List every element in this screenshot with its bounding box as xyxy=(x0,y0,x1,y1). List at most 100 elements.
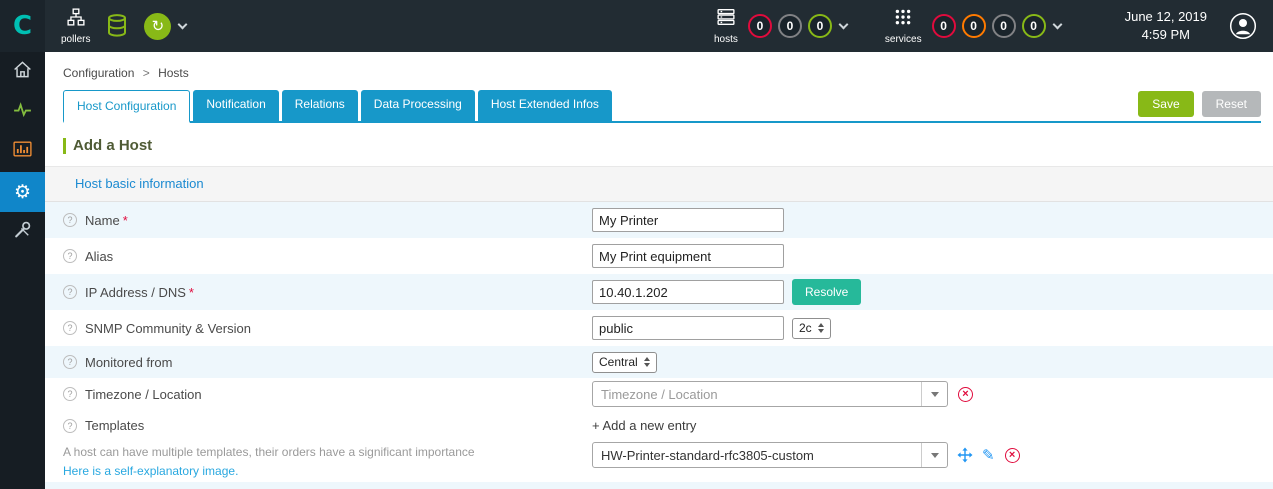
help-icon[interactable]: ? xyxy=(63,387,77,401)
breadcrumb: Configuration > Hosts xyxy=(45,52,1273,80)
breadcrumb-hosts[interactable]: Hosts xyxy=(158,66,189,80)
row-templates: ? Templates A host can have multiple tem… xyxy=(45,410,1273,482)
add-template-link[interactable]: + Add a new entry xyxy=(592,418,1273,433)
sidebar: ⚙ xyxy=(0,52,45,489)
sidebar-item-monitoring[interactable] xyxy=(0,92,45,132)
templates-help: A host can have multiple templates, thei… xyxy=(63,443,592,480)
form-actions: Save Reset xyxy=(1138,91,1261,117)
save-button[interactable]: Save xyxy=(1138,91,1194,117)
user-avatar[interactable] xyxy=(1229,12,1257,40)
section-band: Host basic information xyxy=(45,166,1273,202)
topbar: C pollers ↻ hosts 0 0 0 services 0 0 0 0… xyxy=(0,0,1273,52)
row-monitored-from: ? Monitored from Central xyxy=(45,346,1273,378)
main-content: Configuration > Hosts Host Configuration… xyxy=(45,52,1273,489)
row-alias: ? Alias xyxy=(45,238,1273,274)
snmp-label: SNMP Community & Version xyxy=(85,320,251,336)
services-menu[interactable]: services xyxy=(885,8,922,45)
home-icon xyxy=(12,59,33,85)
sidebar-item-home[interactable] xyxy=(0,52,45,92)
sidebar-item-administration[interactable] xyxy=(0,212,45,252)
host-form: ? Name * ? Alias xyxy=(45,202,1273,489)
centreon-logo-icon: C xyxy=(12,11,33,41)
ip-address-label: IP Address / DNS xyxy=(85,284,186,300)
row-ip-address: ? IP Address / DNS * Resolve xyxy=(45,274,1273,310)
help-icon[interactable]: ? xyxy=(63,213,77,227)
tools-icon xyxy=(12,219,33,245)
tab-bar: Host Configuration Notification Relation… xyxy=(63,90,1261,123)
hosts-unreachable-badge[interactable]: 0 xyxy=(777,14,802,38)
clock-time: 4:59 PM xyxy=(1141,27,1190,42)
services-critical-badge[interactable]: 0 xyxy=(931,14,956,38)
name-label: Name xyxy=(85,212,120,228)
tab-relations[interactable]: Relations xyxy=(281,90,358,121)
timezone-label: Timezone / Location xyxy=(85,386,202,402)
pollers-label: pollers xyxy=(61,33,91,45)
edit-template-icon[interactable]: ✎ xyxy=(982,446,995,464)
tab-data-processing[interactable]: Data Processing xyxy=(360,90,475,121)
monitored-from-value: Central xyxy=(599,355,638,369)
poller-chevron-down-icon[interactable] xyxy=(178,19,188,29)
section-title: Host basic information xyxy=(75,176,204,191)
services-badges: 0 0 0 0 xyxy=(931,14,1046,38)
centreon-logo[interactable]: C xyxy=(0,0,45,52)
delete-template-icon[interactable]: × xyxy=(1004,447,1020,463)
breadcrumb-configuration[interactable]: Configuration xyxy=(63,66,134,80)
move-template-icon[interactable] xyxy=(957,447,973,463)
timezone-placeholder: Timezone / Location xyxy=(601,386,718,402)
timezone-combobox[interactable]: Timezone / Location xyxy=(592,381,948,407)
sidebar-item-configuration[interactable]: ⚙ xyxy=(0,172,45,212)
tab-host-extended-infos[interactable]: Host Extended Infos xyxy=(477,90,612,121)
page-title: Add a Host xyxy=(73,137,153,154)
clock: June 12, 2019 4:59 PM xyxy=(1125,8,1207,44)
resolve-button[interactable]: Resolve xyxy=(792,279,862,305)
clock-date: June 12, 2019 xyxy=(1124,8,1207,24)
services-icon xyxy=(893,8,913,31)
hosts-label: hosts xyxy=(714,33,738,45)
help-icon[interactable]: ? xyxy=(63,355,77,369)
services-unknown-badge[interactable]: 0 xyxy=(991,14,1016,38)
ip-address-input[interactable] xyxy=(592,280,784,304)
bar-chart-icon xyxy=(12,139,33,165)
select-arrows-icon xyxy=(643,357,650,367)
help-icon[interactable]: ? xyxy=(63,418,77,433)
hosts-up-badge[interactable]: 0 xyxy=(807,14,832,38)
services-warning-badge[interactable]: 0 xyxy=(961,14,986,38)
sidebar-item-reporting[interactable] xyxy=(0,132,45,172)
services-status-group: services 0 0 0 0 xyxy=(885,8,1063,45)
hosts-icon xyxy=(716,8,736,31)
pollers-menu[interactable]: pollers xyxy=(61,7,91,45)
services-chevron-down-icon[interactable] xyxy=(1052,19,1063,29)
monitored-from-select[interactable]: Central xyxy=(592,351,657,373)
services-label: services xyxy=(884,33,922,45)
section-accent-bar xyxy=(63,137,66,154)
name-input[interactable] xyxy=(592,208,784,232)
help-icon[interactable]: ? xyxy=(63,249,77,263)
template-combobox[interactable]: HW-Printer-standard-rfc3805-custom xyxy=(592,442,948,468)
row-name: ? Name * xyxy=(45,202,1273,238)
chevron-down-icon[interactable] xyxy=(921,382,947,406)
tab-host-configuration[interactable]: Host Configuration xyxy=(63,90,191,123)
services-ok-badge[interactable]: 0 xyxy=(1021,14,1046,38)
help-icon[interactable]: ? xyxy=(63,285,77,299)
tab-notification[interactable]: Notification xyxy=(193,90,279,121)
row-create-services: ? Create Services linked to the Template… xyxy=(45,482,1273,489)
help-icon[interactable]: ? xyxy=(63,321,77,335)
database-status-icon[interactable] xyxy=(106,14,128,38)
snmp-version-select[interactable]: 2c xyxy=(792,317,831,339)
alias-input[interactable] xyxy=(592,244,784,268)
row-timezone: ? Timezone / Location Timezone / Locatio… xyxy=(45,378,1273,410)
hosts-down-badge[interactable]: 0 xyxy=(747,14,772,38)
hosts-menu[interactable]: hosts xyxy=(714,8,738,45)
select-arrows-icon xyxy=(817,323,824,333)
hosts-chevron-down-icon[interactable] xyxy=(838,19,849,29)
chevron-down-icon[interactable] xyxy=(921,443,947,467)
reset-button[interactable]: Reset xyxy=(1201,91,1261,117)
required-marker: * xyxy=(122,212,128,228)
export-configuration-icon[interactable]: ↻ xyxy=(144,12,172,40)
page-heading: Add a Host xyxy=(63,137,1273,154)
timezone-clear-icon[interactable]: × xyxy=(958,386,973,402)
snmp-community-input[interactable] xyxy=(592,316,784,340)
monitored-from-label: Monitored from xyxy=(85,354,173,370)
snmp-version-value: 2c xyxy=(799,321,812,335)
templates-help-link[interactable]: Here is a self-explanatory image. xyxy=(63,462,592,481)
